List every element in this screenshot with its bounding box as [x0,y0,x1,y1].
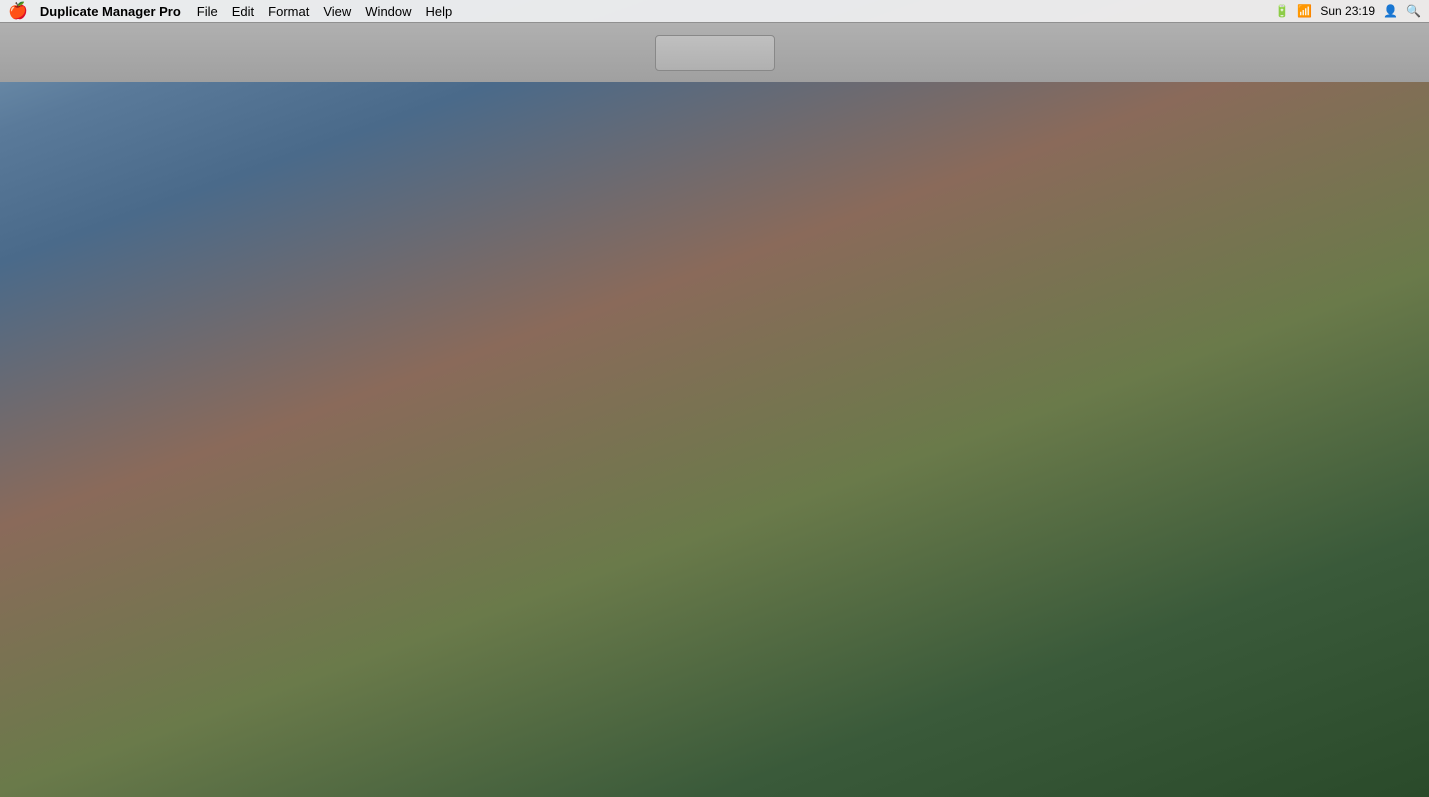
menu-format[interactable]: Format [268,4,309,19]
app-name[interactable]: Duplicate Manager Pro [40,4,181,19]
menubar: 🍎 Duplicate Manager Pro File Edit Format… [0,0,1429,22]
clock: Sun 23:19 [1320,4,1375,18]
desktop: 🍎 Duplicate Manager Pro File Edit Format… [0,0,1429,797]
laptop-bottom [0,22,1429,82]
search-icon[interactable]: 🔍 [1406,4,1421,18]
battery-icon: 🔋 [1274,4,1289,18]
apple-menu[interactable]: 🍎 [8,1,28,21]
trackpad[interactable] [655,35,775,71]
menu-window[interactable]: Window [365,4,411,19]
menubar-items: File Edit Format View Window Help [197,4,452,19]
menu-file[interactable]: File [197,4,218,19]
wifi-icon: 📶 [1297,4,1312,18]
menu-view[interactable]: View [323,4,351,19]
menubar-right: 🔋 📶 Sun 23:19 👤 🔍 [1274,4,1421,18]
menu-edit[interactable]: Edit [232,4,254,19]
menu-help[interactable]: Help [426,4,453,19]
user-icon[interactable]: 👤 [1383,4,1398,18]
